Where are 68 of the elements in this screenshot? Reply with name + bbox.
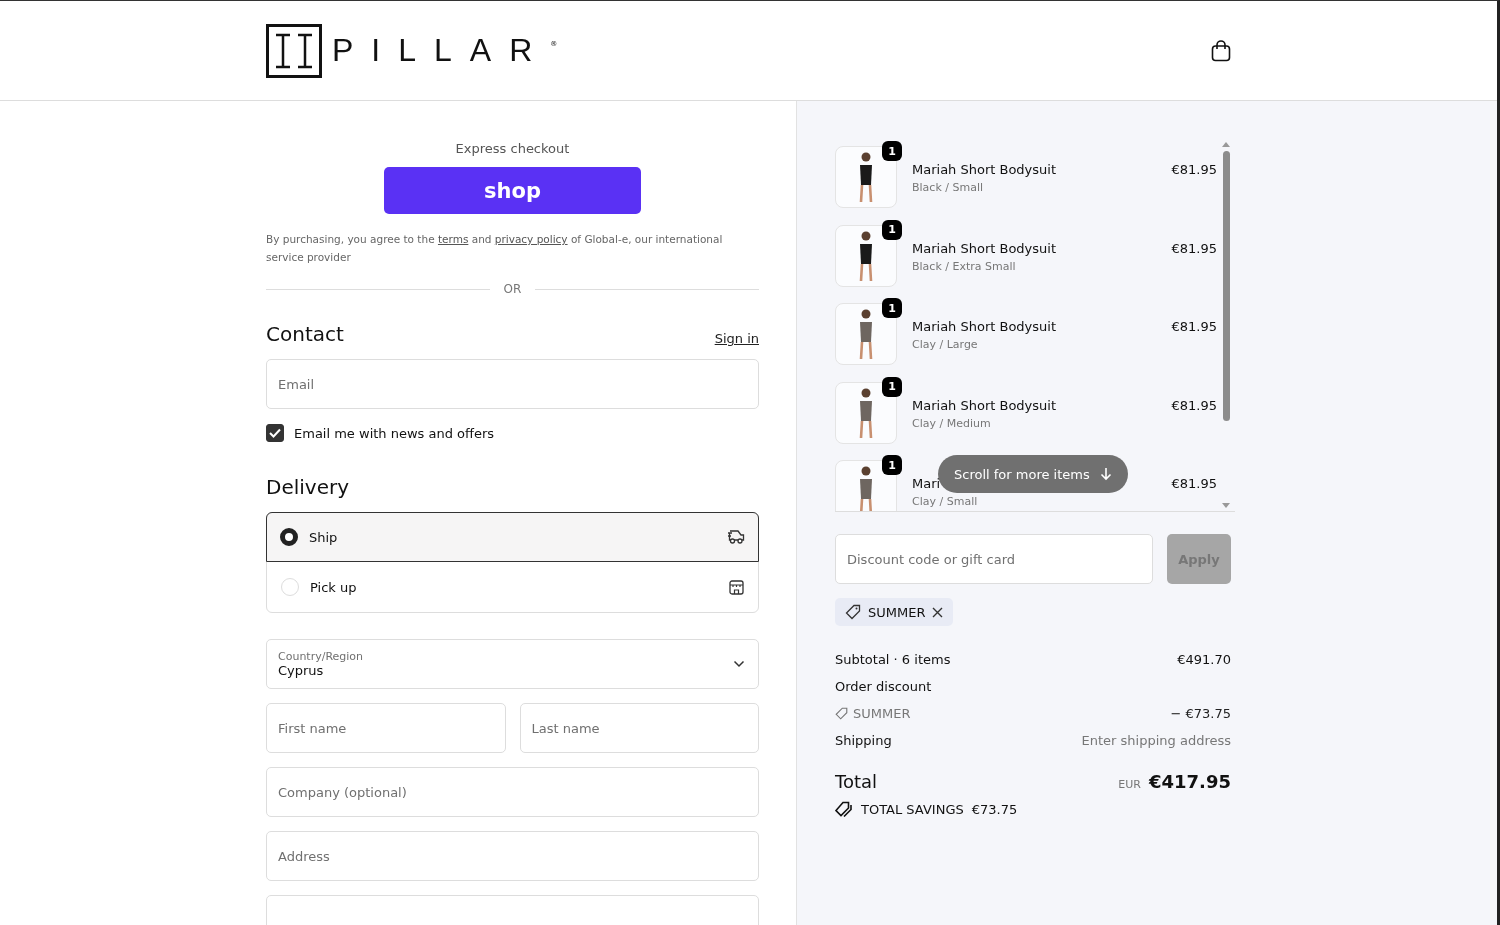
currency-label: EUR <box>1118 778 1141 791</box>
close-icon[interactable] <box>932 606 944 618</box>
product-variant: Clay / Medium <box>912 416 992 430</box>
product-price: €81.95 <box>1171 397 1217 413</box>
email-field[interactable]: Email <box>266 359 759 409</box>
arrow-down-icon <box>1099 467 1112 481</box>
product-name: Mariah Short Bodysuit <box>912 397 1058 413</box>
truck-icon <box>727 530 745 544</box>
logo-text: PILLAR <box>332 32 551 69</box>
text-field[interactable]: Company (optional) <box>266 767 759 817</box>
product-name: Mariah Short Bodysuit <box>912 240 1058 256</box>
total-savings-value: €73.75 <box>971 801 1018 817</box>
product-price: €81.95 <box>1171 162 1217 177</box>
product-price: €81.95 <box>1171 240 1217 256</box>
total-label: Total <box>835 771 878 792</box>
express-checkout-title: Express checkout <box>454 141 571 156</box>
text-field[interactable]: Address <box>266 831 759 881</box>
delivery-option[interactable]: Ship <box>266 512 759 562</box>
product-variant: Clay / Small <box>912 495 979 508</box>
shipping-value: Enter shipping address <box>1081 733 1231 748</box>
discount-tag: SUMMER <box>835 598 954 626</box>
subtotal-value: €491.70 <box>1177 652 1231 667</box>
radio-button[interactable] <box>280 528 298 546</box>
tag-icon <box>835 707 848 720</box>
text-field[interactable]: Last name <box>519 703 759 753</box>
scroll-up-icon[interactable] <box>1221 141 1231 147</box>
sign-in-link[interactable]: Sign in <box>714 331 759 346</box>
order-discount-label: Order discount <box>835 679 932 694</box>
discount-field[interactable]: Discount code or gift card <box>835 534 1153 584</box>
delivery-option[interactable]: Pick up <box>267 562 758 612</box>
total-value: €417.95 <box>1149 771 1231 792</box>
product-price: €81.95 <box>1171 319 1217 334</box>
shop-pay-button[interactable]: shop <box>384 167 641 214</box>
subtotal-label: Subtotal · 6 items <box>835 652 951 667</box>
product-name: Mariah Short Bodysuit <box>912 162 1058 177</box>
shipping-label: Shipping <box>835 733 892 748</box>
or-separator: OR <box>503 282 522 296</box>
product-variant: Black / Extra Small <box>912 259 1017 273</box>
text-field[interactable]: First name <box>266 703 506 753</box>
product-variant: Black / Small <box>912 181 984 194</box>
newsletter-checkbox[interactable] <box>266 424 284 442</box>
quantity-badge: 1 <box>882 455 902 475</box>
delivery-heading: Delivery <box>266 475 351 499</box>
product-variant: Clay / Large <box>912 338 979 351</box>
quantity-badge: 1 <box>882 219 902 240</box>
scrollbar-thumb[interactable] <box>1222 151 1230 421</box>
chevron-down-icon <box>733 660 745 668</box>
contact-heading: Contact <box>266 322 344 346</box>
discount-value: − €73.75 <box>1170 706 1231 721</box>
newsletter-label: Email me with news and offers <box>294 425 495 441</box>
tag-icon <box>845 604 861 620</box>
tags-icon <box>835 801 853 817</box>
logo-icon <box>266 23 322 78</box>
store-icon <box>729 579 744 595</box>
legal-text: By purchasing, you agree to the terms and privacy policy of Global-e, our international service provider <box>266 232 724 265</box>
scroll-hint-button[interactable]: Scroll for more items <box>938 455 1128 493</box>
legal-link[interactable]: terms <box>437 233 469 245</box>
quantity-badge: 1 <box>882 298 902 318</box>
discount-code-label: SUMMER <box>853 706 911 721</box>
shopping-bag-icon[interactable] <box>1211 39 1231 62</box>
product-price: €81.95 <box>1171 476 1217 491</box>
quantity-badge: 1 <box>882 376 902 397</box>
country-select[interactable]: Country/Region Cyprus <box>266 639 759 689</box>
quantity-badge: 1 <box>882 141 902 161</box>
scroll-down-icon[interactable] <box>1221 503 1231 509</box>
total-savings-label: TOTAL SAVINGS <box>861 801 964 817</box>
legal-link[interactable]: privacy policy <box>494 233 568 245</box>
product-name: Mariah Short Bodysuit <box>912 319 1058 334</box>
